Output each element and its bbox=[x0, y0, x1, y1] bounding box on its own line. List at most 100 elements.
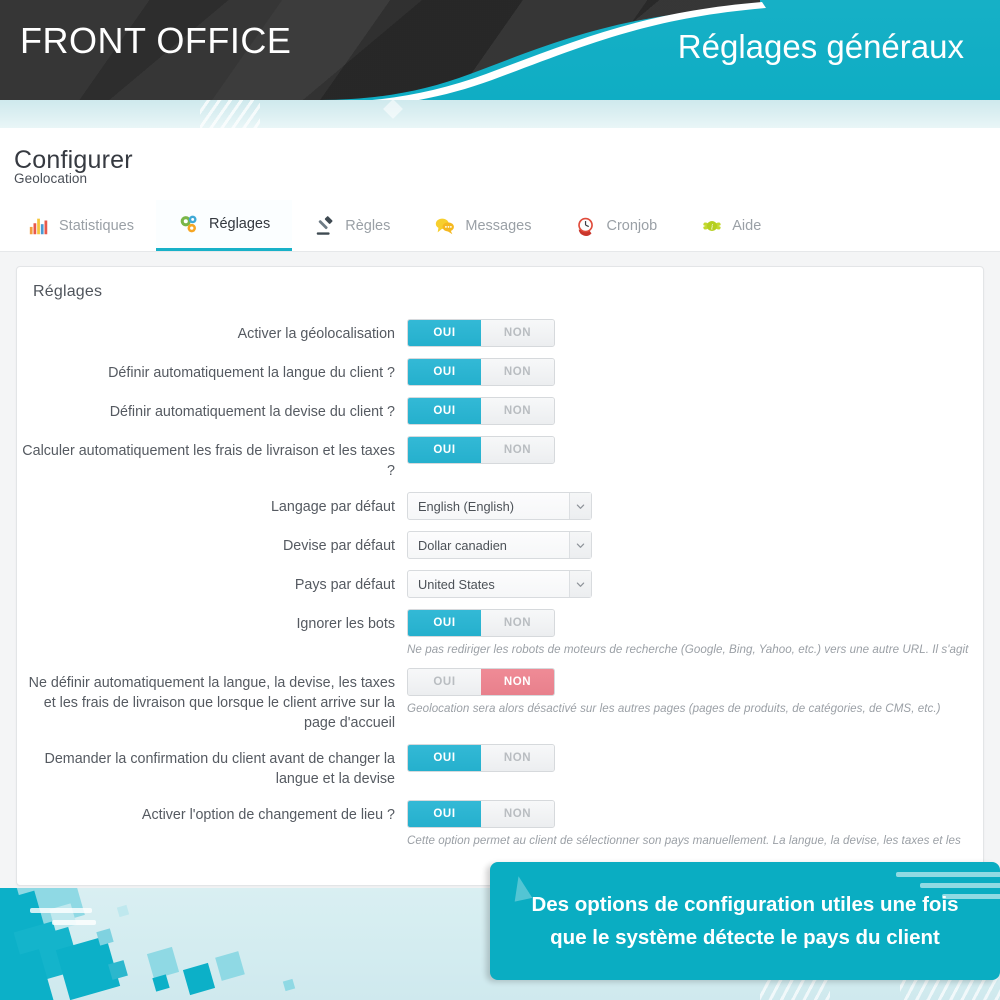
yes-no-toggle[interactable]: OUI NON bbox=[407, 744, 555, 772]
setting-control: OUI NON bbox=[407, 397, 983, 425]
setting-control: OUI NON bbox=[407, 744, 983, 772]
tab-label: Messages bbox=[465, 217, 532, 234]
speech-bubbles-icon bbox=[436, 218, 455, 234]
dropdown-value: United States bbox=[418, 576, 495, 592]
screenshot-root: FRONT OFFICE Réglages généraux Configure… bbox=[0, 0, 1000, 1000]
chevron-down-icon bbox=[576, 503, 585, 509]
setting-control: English (English) bbox=[407, 492, 983, 520]
toggle-yes-option[interactable]: OUI bbox=[408, 745, 481, 771]
setting-label: Calculer automatiquement les frais de li… bbox=[22, 443, 395, 479]
yes-no-toggle[interactable]: OUI NON bbox=[407, 436, 555, 464]
strip-hatch-decoration bbox=[200, 100, 260, 128]
setting-hint: Ne pas rediriger les robots de moteurs d… bbox=[407, 643, 969, 656]
dropdown-caret-box[interactable] bbox=[569, 571, 591, 597]
tab-messages[interactable]: Messages bbox=[412, 200, 553, 251]
setting-control: OUI NON Cette option permet au client de s… bbox=[407, 800, 983, 848]
panel-title: Réglages bbox=[33, 283, 103, 300]
setting-row: Calculer automatiquement les frais de li… bbox=[17, 436, 983, 481]
dropdown-caret-box[interactable] bbox=[569, 532, 591, 558]
setting-row: Ne définir automatiquement la langue, la… bbox=[17, 668, 983, 733]
setting-row: Devise par défaut Dollar canadien bbox=[17, 531, 983, 559]
dropdown-caret-box[interactable] bbox=[569, 493, 591, 519]
toggle-yes-option[interactable]: OUI bbox=[408, 437, 481, 463]
toggle-no-option[interactable]: NON bbox=[481, 398, 554, 424]
panel-wrapper: Réglages Activer la géolocalisation OUI NO… bbox=[0, 252, 1000, 888]
dropdown-value: Dollar canadien bbox=[418, 537, 507, 553]
toggle-no-option[interactable]: NON bbox=[481, 801, 554, 827]
setting-control: OUI NON Geolocation sera alors désactivé s… bbox=[407, 668, 983, 716]
callout-text: Des options de configuration utiles une … bbox=[513, 888, 976, 954]
toggle-no-option[interactable]: NON bbox=[481, 610, 554, 636]
yes-no-toggle[interactable]: OUI NON bbox=[407, 800, 555, 828]
page-subtitle: Geolocation bbox=[14, 171, 88, 186]
dropdown-select[interactable]: United States bbox=[407, 570, 592, 598]
tab-bar: Statistiques Réglages Règles Messages Cr… bbox=[0, 200, 1000, 252]
tab-aide[interactable]: i Aide bbox=[679, 200, 783, 251]
setting-row: Demander la confirmation du client avant… bbox=[17, 744, 983, 789]
dropdown-select[interactable]: English (English) bbox=[407, 492, 592, 520]
toggle-no-option[interactable]: NON bbox=[481, 320, 554, 346]
tab-label: Cronjob bbox=[606, 217, 658, 234]
callout-line-2: que le système détecte le pays du client bbox=[550, 926, 940, 949]
chevron-down-icon bbox=[576, 542, 585, 548]
yes-no-toggle[interactable]: OUI NON bbox=[407, 358, 555, 386]
setting-label: Demander la confirmation du client avant… bbox=[44, 751, 395, 787]
setting-hint: Cette option permet au client de sélecti… bbox=[407, 834, 961, 847]
tab-label: Aide bbox=[732, 217, 762, 234]
setting-label: Ne définir automatiquement la langue, la… bbox=[28, 675, 395, 731]
yes-no-toggle[interactable]: OUI NON bbox=[407, 397, 555, 425]
callout-line-1: Des options de configuration utiles une … bbox=[531, 893, 959, 916]
setting-control: OUI NON bbox=[407, 436, 983, 464]
toggle-yes-option[interactable]: OUI bbox=[408, 610, 481, 636]
settings-panel: Réglages Activer la géolocalisation OUI NO… bbox=[16, 266, 984, 886]
tab-reglages[interactable]: Réglages bbox=[155, 200, 293, 251]
setting-row: Définir automatiquement la langue du cli… bbox=[17, 358, 983, 386]
info-icon: i bbox=[703, 220, 721, 231]
tab-label: Règles bbox=[345, 217, 391, 234]
setting-label: Pays par défaut bbox=[294, 577, 395, 593]
yes-no-toggle[interactable]: OUI NON bbox=[407, 668, 555, 696]
toggle-yes-option[interactable]: OUI bbox=[408, 398, 481, 424]
setting-control: Dollar canadien bbox=[407, 531, 983, 559]
toggle-yes-option[interactable]: OUI bbox=[408, 801, 481, 827]
setting-label: Langage par défaut bbox=[270, 499, 395, 515]
setting-label: Définir automatiquement la langue du cli… bbox=[108, 365, 395, 381]
tab-label: Statistiques bbox=[59, 217, 134, 234]
yes-no-toggle[interactable]: OUI NON bbox=[407, 609, 555, 637]
setting-row: Pays par défaut United States bbox=[17, 570, 983, 598]
page-header: Configurer Geolocation bbox=[0, 128, 1000, 200]
setting-control: OUI NON bbox=[407, 319, 983, 347]
banner-left-title: FRONT OFFICE bbox=[20, 20, 292, 61]
tab-statistiques[interactable]: Statistiques bbox=[6, 200, 156, 251]
toggle-yes-option[interactable]: OUI bbox=[408, 669, 481, 695]
tab-cronjob[interactable]: Cronjob bbox=[553, 200, 679, 251]
callout-banner: Des options de configuration utiles une … bbox=[490, 862, 1000, 980]
setting-row: Activer la géolocalisation OUI NON bbox=[17, 319, 983, 347]
gears-icon bbox=[180, 215, 197, 233]
setting-label: Activer la géolocalisation bbox=[237, 326, 395, 342]
toggle-no-option[interactable]: NON bbox=[481, 669, 554, 695]
main-content: Configurer Geolocation Statistiques Régl… bbox=[0, 128, 1000, 888]
gavel-icon bbox=[316, 215, 333, 235]
toggle-no-option[interactable]: NON bbox=[481, 437, 554, 463]
clock-icon bbox=[578, 217, 594, 236]
bar-chart-icon bbox=[29, 218, 48, 234]
toggle-no-option[interactable]: NON bbox=[481, 359, 554, 385]
setting-label: Définir automatiquement la devise du cli… bbox=[109, 404, 395, 420]
dropdown-select[interactable]: Dollar canadien bbox=[407, 531, 592, 559]
top-banner: FRONT OFFICE Réglages généraux bbox=[0, 0, 1000, 100]
banner-lower-strip bbox=[0, 100, 1000, 128]
toggle-yes-option[interactable]: OUI bbox=[408, 320, 481, 346]
yes-no-toggle[interactable]: OUI NON bbox=[407, 319, 555, 347]
tab-regles[interactable]: Règles bbox=[292, 200, 412, 251]
settings-form: Activer la géolocalisation OUI NON Définir … bbox=[17, 301, 983, 848]
toggle-yes-option[interactable]: OUI bbox=[408, 359, 481, 385]
toggle-no-option[interactable]: NON bbox=[481, 745, 554, 771]
setting-row: Activer l'option de changement de lieu ?… bbox=[17, 800, 983, 848]
page-title: Configurer bbox=[14, 146, 133, 174]
banner-right-title: Réglages généraux bbox=[677, 28, 964, 65]
setting-row: Ignorer les bots OUI NON Ne pas rediriger l… bbox=[17, 609, 983, 657]
setting-control: OUI NON bbox=[407, 358, 983, 386]
setting-label: Activer l'option de changement de lieu ? bbox=[141, 807, 395, 823]
dropdown-value: English (English) bbox=[418, 498, 515, 514]
